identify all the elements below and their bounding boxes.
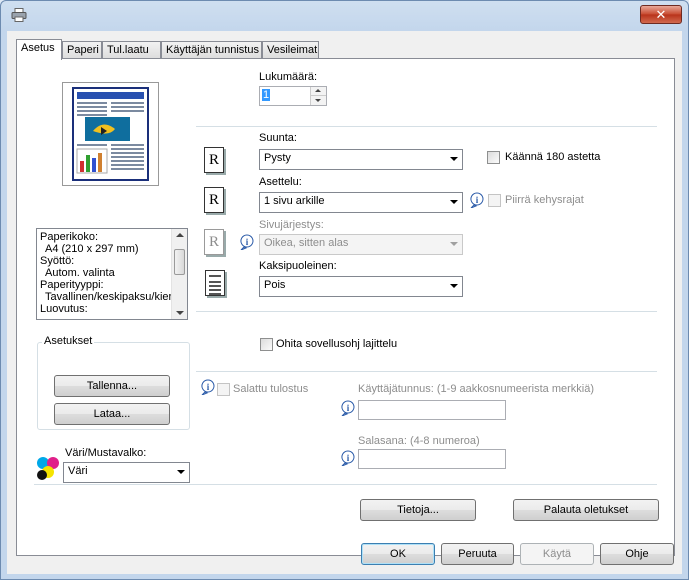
override-collation-checkbox[interactable]: [260, 338, 273, 351]
orientation-select[interactable]: Pysty: [259, 149, 463, 170]
orientation-portrait-icon: R: [204, 147, 224, 173]
duplex-select[interactable]: Pois: [259, 276, 463, 297]
apply-button[interactable]: Käytä: [520, 543, 594, 565]
separator: [196, 371, 657, 372]
color-dots-icon: [37, 457, 59, 480]
color-mode-value: Väri: [68, 465, 88, 477]
chevron-up-icon: [315, 89, 321, 92]
scroll-thumb[interactable]: [174, 249, 185, 275]
settings-group-title: Asetukset: [42, 335, 95, 347]
info-icon[interactable]: i: [340, 400, 356, 416]
page-order-label: Sivujärjestys:: [259, 219, 324, 231]
scroll-up-icon[interactable]: [176, 233, 184, 237]
tab-kayttajan-tunnistus[interactable]: Käyttäjän tunnistus: [161, 41, 262, 59]
chevron-down-icon: [450, 242, 458, 246]
tab-paperi[interactable]: Paperi: [62, 41, 102, 59]
orientation-label: Suunta:: [259, 132, 297, 144]
tab-tul-laatu[interactable]: Tul.laatu: [102, 41, 161, 59]
page-order-icon: R: [204, 229, 224, 255]
layout-select[interactable]: 1 sivu arkille: [259, 192, 463, 213]
printer-properties-window: ✕ Asetus Paperi Tul.laatu Käyttäjän tunn…: [0, 0, 689, 580]
info-icon[interactable]: i: [200, 379, 216, 395]
printer-icon: [11, 8, 27, 22]
about-button[interactable]: Tietoja...: [360, 499, 476, 521]
page-order-select[interactable]: Oikea, sitten alas: [259, 234, 463, 255]
separator: [34, 484, 657, 485]
copies-label: Lukumäärä:: [259, 71, 318, 83]
summary-line: Tavallinen/keskipaksu/kier: [45, 291, 173, 303]
copies-stepper[interactable]: 1: [259, 86, 327, 106]
info-icon[interactable]: i: [340, 450, 356, 466]
summary-scrollbar[interactable]: [171, 229, 187, 319]
draw-borders-checkbox[interactable]: [488, 194, 501, 207]
info-icon[interactable]: i: [469, 192, 485, 208]
tab-panel-asetus: Paperikoko: A4 (210 x 297 mm) Syöttö: Au…: [16, 58, 675, 556]
color-mode-select[interactable]: Väri: [63, 462, 190, 483]
duplex-icon: [205, 270, 225, 296]
page-preview: [62, 82, 159, 186]
separator: [196, 311, 657, 312]
layout-label: Asettelu:: [259, 176, 302, 188]
tab-asetus[interactable]: Asetus: [16, 39, 62, 60]
dialog-client-area: Asetus Paperi Tul.laatu Käyttäjän tunnis…: [7, 31, 682, 574]
secure-print-label: Salattu tulostus: [233, 383, 309, 395]
color-mode-label: Väri/Mustavalko:: [65, 447, 147, 459]
chevron-down-icon: [450, 200, 458, 204]
save-settings-button[interactable]: Tallenna...: [54, 375, 170, 397]
summary-line: A4 (210 x 297 mm): [45, 243, 139, 255]
chevron-down-icon: [450, 157, 458, 161]
summary-line: Paperityyppi:: [40, 279, 104, 291]
rotate-180-checkbox[interactable]: [487, 151, 500, 164]
summary-line: Luovutus:: [40, 303, 88, 315]
ok-button[interactable]: OK: [361, 543, 435, 565]
chevron-down-icon: [450, 284, 458, 288]
help-button[interactable]: Ohje: [600, 543, 674, 565]
scroll-down-icon[interactable]: [176, 311, 184, 315]
page-preview-thumbnail: [72, 87, 149, 181]
tab-vesileimat[interactable]: Vesileimat: [262, 41, 319, 59]
duplex-label: Kaksipuoleinen:: [259, 260, 337, 272]
separator: [196, 126, 657, 127]
title-bar[interactable]: ✕: [1, 1, 688, 29]
draw-borders-label: Piirrä kehysrajat: [505, 194, 584, 206]
copies-down-button[interactable]: [310, 96, 326, 105]
info-icon[interactable]: i: [239, 234, 255, 250]
summary-line: Syöttö:: [40, 255, 75, 267]
load-settings-button[interactable]: Lataa...: [54, 403, 170, 425]
cancel-button[interactable]: Peruuta: [441, 543, 514, 565]
copies-value[interactable]: 1: [262, 89, 271, 101]
close-button[interactable]: ✕: [640, 5, 682, 24]
chevron-down-icon: [315, 99, 321, 102]
restore-defaults-button[interactable]: Palauta oletukset: [513, 499, 659, 521]
orientation-value: Pysty: [264, 152, 291, 164]
settings-summary-list[interactable]: Paperikoko: A4 (210 x 297 mm) Syöttö: Au…: [36, 228, 188, 320]
user-id-field[interactable]: [358, 400, 506, 420]
password-label: Salasana: (4-8 numeroa): [358, 435, 480, 447]
duplex-value: Pois: [264, 279, 286, 291]
rotate-180-label: Käännä 180 astetta: [505, 151, 601, 163]
chevron-down-icon: [177, 470, 185, 474]
layout-icon: R: [204, 187, 224, 213]
page-order-value: Oikea, sitten alas: [264, 237, 349, 249]
summary-line: Paperikoko:: [40, 231, 99, 243]
override-collation-label: Ohita sovellusohj lajittelu: [276, 338, 398, 350]
copies-up-button[interactable]: [310, 87, 326, 96]
password-field[interactable]: [358, 449, 506, 469]
summary-line: Autom. valinta: [45, 267, 115, 279]
layout-value: 1 sivu arkille: [264, 195, 325, 207]
user-id-label: Käyttäjätunnus: (1-9 aakkosnumeerista me…: [358, 383, 594, 395]
secure-print-checkbox[interactable]: [217, 383, 230, 396]
